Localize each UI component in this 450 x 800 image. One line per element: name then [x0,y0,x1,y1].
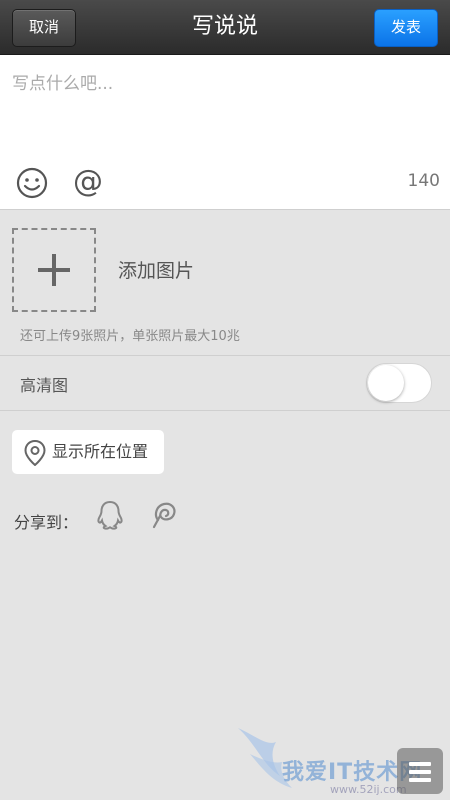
upload-hint: 还可上传9张照片，单张照片最大10兆 [20,329,240,344]
location-pin-icon [24,440,46,466]
qq-penguin-icon[interactable] [96,500,124,534]
add-photo-label[interactable]: 添加图片 [118,256,194,283]
top-bar: 写说说 取消 发表 [0,0,450,55]
publish-button[interactable]: 发表 [374,9,438,47]
divider [0,410,450,411]
smiley-face-icon[interactable] [16,167,48,199]
watermark-url: www.52ij.com [330,783,407,796]
show-location-label: 显示所在位置 [52,442,149,461]
plus-icon [38,254,70,286]
menu-icon [409,762,431,782]
post-text-input[interactable]: 写点什么吧... [12,69,432,94]
floating-menu-button[interactable] [397,748,443,794]
share-to-label: 分享到： [14,513,79,532]
compose-area: 写点什么吧... @ 140 [0,55,450,210]
hd-image-toggle[interactable] [366,363,432,403]
char-counter: 140 [407,171,440,191]
mention-button[interactable]: @ [70,163,106,201]
cancel-button[interactable]: 取消 [12,9,76,47]
toggle-knob [368,365,404,401]
weibo-icon[interactable] [150,500,178,534]
hd-image-label: 高清图 [20,376,69,395]
divider [0,355,450,356]
add-photo-button[interactable] [12,228,96,312]
show-location-button[interactable]: 显示所在位置 [12,430,164,474]
